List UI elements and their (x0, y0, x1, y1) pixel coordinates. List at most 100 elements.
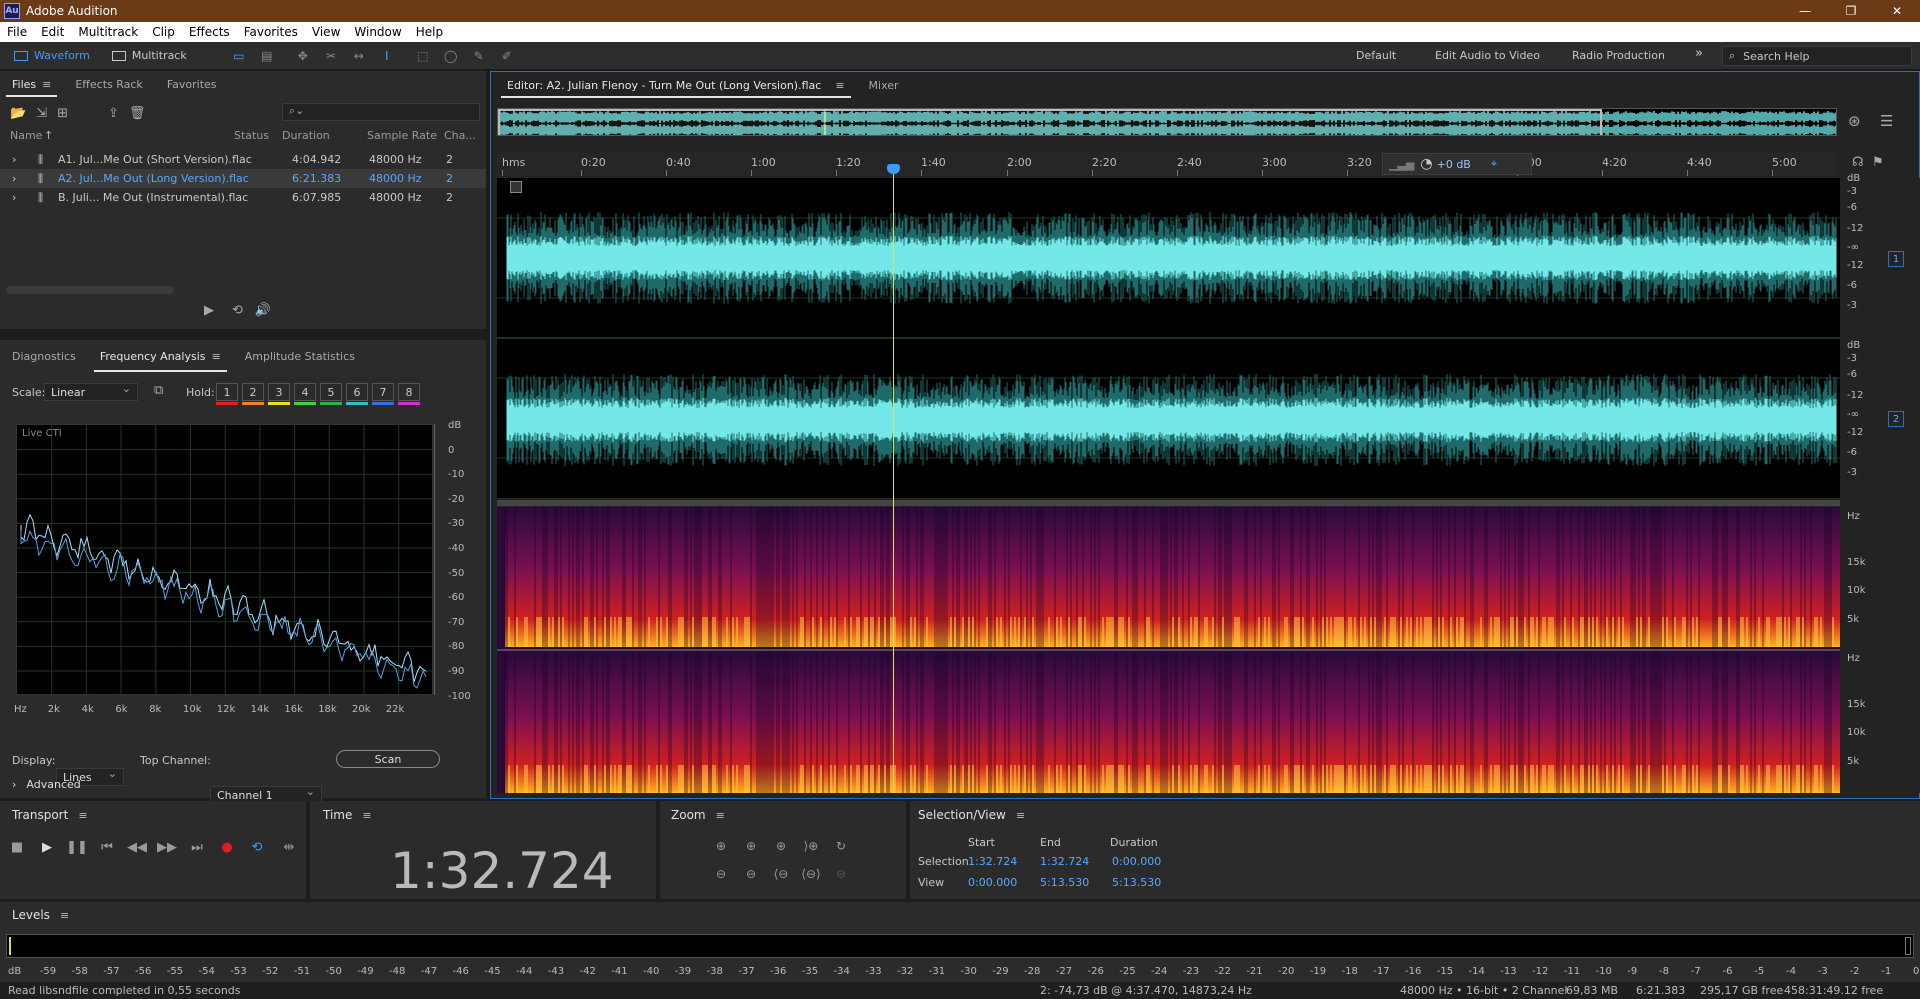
loop-playback-icon[interactable]: ⟲ (246, 838, 268, 856)
waveform-overview[interactable] (497, 108, 1837, 136)
panel-menu-icon[interactable]: ≡ (716, 809, 725, 822)
panel-menu-icon[interactable]: ≡ (78, 809, 87, 822)
channel-2-badge[interactable]: 2 (1888, 411, 1904, 427)
menu-view[interactable]: View (305, 22, 347, 42)
hud-toggle-icon[interactable] (510, 181, 522, 193)
tab-amplitude-statistics[interactable]: Amplitude Statistics (233, 340, 367, 372)
close-file-icon[interactable]: 🗑 (129, 106, 146, 121)
skip-to-end-icon[interactable]: ⏭ (186, 838, 208, 856)
clip-indicator[interactable] (1905, 937, 1911, 955)
time-ruler[interactable]: hms 0:20 0:40 1:00 1:20 1:40 2:00 2:20 2:40 3:00 3… (497, 152, 1837, 176)
files-scrollbar[interactable] (6, 286, 174, 294)
menu-help[interactable]: Help (409, 22, 450, 42)
menu-effects[interactable]: Effects (182, 22, 237, 42)
minimize-icon[interactable]: — (1782, 0, 1828, 22)
new-file-icon[interactable]: ⊞ (57, 106, 68, 121)
zoom-in-amplitude-icon[interactable]: ⊕ (710, 836, 732, 856)
menu-window[interactable]: Window (347, 22, 408, 42)
zoom-out-full-icon[interactable]: ⟨⊖ (770, 864, 792, 884)
tab-effects-rack[interactable]: Effects Rack (63, 71, 154, 97)
tab-frequency-analysis[interactable]: Frequency Analysis ≡ (88, 340, 233, 372)
preview-play-icon[interactable]: ▶ (204, 303, 214, 318)
spectral-frequency-display[interactable] (497, 507, 1840, 793)
lasso-tool-icon[interactable]: ◯ (442, 47, 460, 65)
hold-button-5[interactable]: 5 (320, 383, 342, 405)
panel-menu-icon[interactable]: ≡ (212, 350, 221, 363)
open-file-icon[interactable]: 📂 (10, 106, 26, 121)
expand-icon[interactable]: › (12, 153, 16, 166)
zoom-to-selection-icon[interactable]: ⊛ (1848, 112, 1861, 130)
marquee-tool-icon[interactable]: ⬚ (414, 47, 432, 65)
zoom-out-amplitude-icon[interactable]: ⊖ (710, 864, 732, 884)
preview-volume-icon[interactable]: 🔊 (255, 303, 271, 318)
file-row[interactable]: › ⫼ A1. Jul...Me Out (Short Version).fla… (0, 150, 486, 169)
time-selection-tool-icon[interactable]: I (378, 47, 396, 65)
hold-button-7[interactable]: 7 (372, 383, 394, 405)
hold-button-4[interactable]: 4 (294, 383, 316, 405)
record-icon[interactable]: ● (216, 838, 238, 856)
panel-menu-icon[interactable]: ≡ (362, 809, 371, 822)
selection-duration-value[interactable]: 0:00.000 (1112, 855, 1161, 868)
tab-mixer[interactable]: Mixer (857, 72, 911, 98)
close-icon[interactable]: ✕ (1874, 0, 1920, 22)
file-row[interactable]: › ⫼ B. Juli... Me Out (Instrumental).fla… (0, 188, 486, 207)
zoom-in-point-icon[interactable]: ⊕ (770, 836, 792, 856)
brush-tool-icon[interactable]: ✎ (470, 47, 488, 65)
tab-editor[interactable]: Editor: A2. Julian Flenoy - Turn Me Out … (495, 72, 857, 98)
preview-loop-icon[interactable]: ⟲ (232, 303, 243, 318)
workspace-default[interactable]: Default (1356, 49, 1396, 62)
zoom-reset-icon[interactable]: ↻ (830, 836, 852, 856)
hold-button-2[interactable]: 2 (242, 383, 264, 405)
col-status[interactable]: Status (234, 129, 269, 142)
tab-files[interactable]: Files ≡ (0, 71, 63, 97)
expand-icon[interactable]: › (12, 191, 16, 204)
hold-button-1[interactable]: 1 (216, 383, 238, 405)
hold-button-6[interactable]: 6 (346, 383, 368, 405)
expand-icon[interactable]: › (12, 172, 16, 185)
menu-favorites[interactable]: Favorites (237, 22, 305, 42)
slip-tool-icon[interactable]: ↔ (350, 47, 368, 65)
zoom-in-time-icon[interactable]: ⊕ (740, 836, 762, 856)
gain-knob-icon[interactable]: ◔ (1420, 156, 1432, 172)
panel-menu-icon[interactable]: ≡ (42, 78, 51, 91)
menu-clip[interactable]: Clip (145, 22, 182, 42)
restore-icon[interactable]: ❐ (1828, 0, 1874, 22)
panel-menu-icon[interactable]: ≡ (60, 909, 69, 922)
selection-end-value[interactable]: 1:32.724 (1040, 855, 1089, 868)
panel-menu-icon[interactable]: ≡ (1016, 809, 1025, 822)
pause-icon[interactable]: ❚❚ (66, 838, 88, 856)
scan-button[interactable]: Scan (336, 750, 440, 768)
level-meter[interactable] (6, 934, 1914, 958)
razor-tool-icon[interactable]: ✂ (322, 47, 340, 65)
col-duration[interactable]: Duration (282, 129, 330, 142)
move-tool-icon[interactable]: ✥ (294, 47, 312, 65)
waveform-display[interactable] (497, 178, 1840, 498)
tab-diagnostics[interactable]: Diagnostics (0, 340, 88, 372)
col-sample-rate[interactable]: Sample Rate (367, 129, 437, 142)
view-duration-value[interactable]: 5:13.530 (1112, 876, 1161, 889)
col-channels[interactable]: Cha... (444, 129, 476, 142)
tab-favorites[interactable]: Favorites (155, 71, 229, 97)
marker-icon[interactable]: ⚑ (1872, 155, 1884, 170)
hold-button-8[interactable]: 8 (398, 383, 420, 405)
overlay-icon[interactable]: ⧉ (154, 383, 163, 398)
zoom-selection-icon[interactable]: ⟨⊖⟩ (800, 864, 822, 884)
view-options-icon[interactable]: ☰ (1880, 112, 1893, 130)
insert-into-multitrack-icon[interactable]: ⇪ (108, 106, 119, 121)
zoom-in-left-icon[interactable]: ⟩⊕ (800, 836, 822, 856)
view-end-value[interactable]: 5:13.530 (1040, 876, 1089, 889)
waveform-mode-button[interactable]: Waveform (6, 45, 98, 67)
skip-selection-icon[interactable]: ⇹ (278, 838, 300, 856)
scale-dropdown[interactable]: Linear (44, 382, 138, 401)
advanced-toggle[interactable]: › Advanced (12, 778, 81, 791)
menu-edit[interactable]: Edit (34, 22, 71, 42)
skip-to-start-icon[interactable]: ⏮ (96, 838, 118, 856)
rewind-icon[interactable]: ◀◀ (126, 838, 148, 856)
panel-menu-icon[interactable]: ≡ (835, 79, 844, 92)
view-start-value[interactable]: 0:00.000 (968, 876, 1017, 889)
hud-gain-control[interactable]: ▁▃▅ ◔ +0 dB ⌖ (1382, 153, 1532, 175)
menu-multitrack[interactable]: Multitrack (71, 22, 145, 42)
multitrack-mode-button[interactable]: Multitrack (104, 45, 195, 67)
waveform-view-icon[interactable]: ▭ (230, 47, 248, 65)
play-icon[interactable]: ▶ (36, 838, 58, 856)
